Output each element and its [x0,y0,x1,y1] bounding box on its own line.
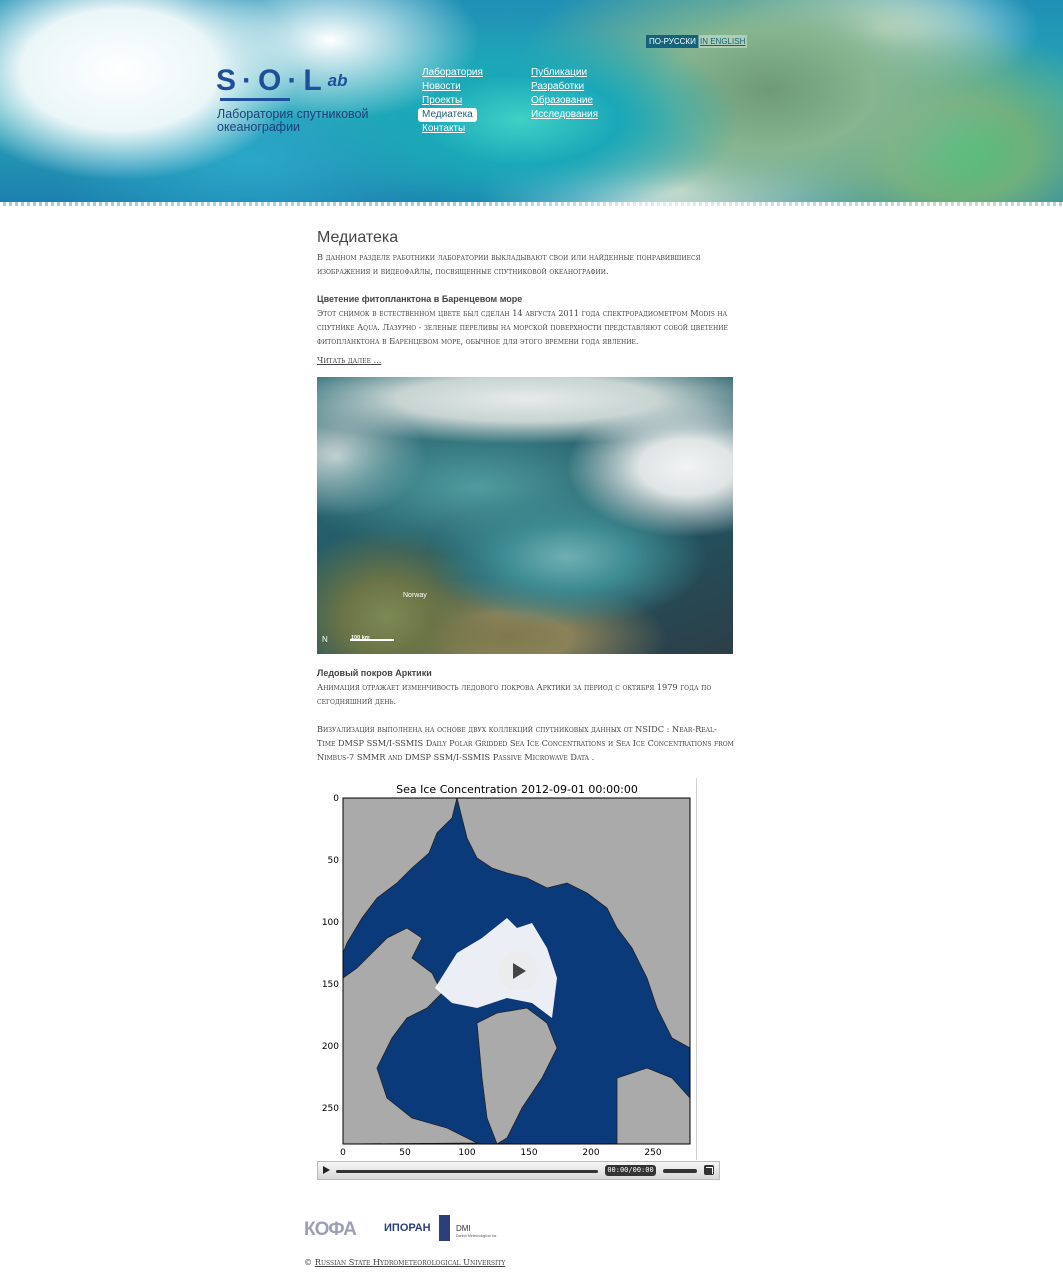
banner-edge [0,202,1063,206]
page-title: Медиатека [317,229,399,246]
y-tick-label: 150 [322,980,339,990]
y-tick-label: 50 [328,856,340,866]
intro-text: В данном разделе работники лаборатории в… [317,252,701,276]
site-logo[interactable]: S·O·Lab [216,66,348,101]
nav-item-research[interactable]: Исследования [531,108,598,122]
x-tick-label: 250 [644,1148,661,1158]
volume-slider[interactable] [663,1169,697,1173]
x-tick-label: 100 [458,1148,475,1158]
fullscreen-icon[interactable] [704,1165,714,1175]
video-controls: 00:00/00:00 [317,1161,720,1180]
x-tick-label: 200 [582,1148,599,1158]
nav-item-laboratory[interactable]: Лаборатория [422,66,483,80]
copyright-symbol: © [304,1257,313,1267]
logo-title: Лаборатория спутниковой океанографии [217,107,369,134]
y-tick-label: 200 [322,1042,339,1052]
dmi-crest-icon [439,1215,450,1241]
article-text-arctic-ice: Анимация отражает изменчивость ледового … [317,682,712,706]
x-tick-label: 0 [340,1148,346,1158]
video-frame: Sea Ice Concentration 2012-09-01 00:00:0… [317,778,697,1160]
nav-item-news[interactable]: Новости [422,80,483,94]
nav-secondary: Публикации Разработки Образование Исслед… [531,66,598,122]
x-axis-ticks: 0 50 100 150 200 250 [340,1148,662,1158]
logo-kofa[interactable]: КОФА [304,1219,357,1241]
x-tick-label: 150 [520,1148,537,1158]
time-display: 00:00/00:00 [605,1165,656,1176]
partner-logos: КОФА ИПОРАН DMI Danish Meteorological In… [304,1212,524,1247]
copyright: © Russian State Hydrometeorological Univ… [304,1257,505,1267]
scale-bar [350,639,394,641]
x-tick-label: 50 [399,1148,411,1158]
logo-ioran[interactable]: ИПОРАН [384,1222,431,1234]
progress-bar[interactable] [336,1170,598,1173]
lang-russian[interactable]: по-русски [646,35,699,48]
nav-item-publications[interactable]: Публикации [531,66,598,80]
nav-item-contacts[interactable]: Контакты [422,122,483,136]
article-title-phytoplankton: Цветение фитопланктона в Баренцевом море [317,294,523,304]
nav-item-development[interactable]: Разработки [531,80,598,94]
satellite-image-barents-sea[interactable]: Norway N 100 km [317,377,733,654]
lang-english-link[interactable]: in english [698,35,748,48]
north-arrow-icon: N [322,635,328,644]
y-axis-ticks: 0 50 100 150 200 250 [322,794,339,1114]
play-icon[interactable] [323,1166,330,1174]
video-divider [696,778,697,1160]
y-tick-label: 100 [322,918,339,928]
main-content: Медиатека В данном разделе работники лаб… [317,228,734,367]
nav-item-media[interactable]: Медиатека [418,108,477,122]
nav-primary: Лаборатория Новости Проекты Медиатека Ко… [418,66,483,136]
nav-item-projects[interactable]: Проекты [422,94,483,108]
logo-underline [220,98,290,101]
nav-item-education[interactable]: Образование [531,94,598,108]
university-link[interactable]: Russian State Hydrometeorological Univer… [315,1257,506,1267]
play-overlay-button[interactable] [498,951,538,991]
logo-dmi-subtitle: Danish Meteorological Ins. [456,1234,498,1238]
article-title-arctic-ice: Ледовый покров Арктики [317,668,432,678]
y-tick-label: 250 [322,1104,339,1114]
y-tick-label: 0 [333,794,339,804]
read-more-link[interactable]: Читать далее ... [317,355,381,365]
article-data-source: Визуализация выполнена на основе двух ко… [317,724,734,762]
logo-dmi[interactable]: DMI [456,1224,471,1233]
logo-mark: S·O·Lab [216,64,348,97]
video-player[interactable]: Sea Ice Concentration 2012-09-01 00:00:0… [317,778,720,1182]
article-text-phytoplankton: Этот снимок в естественном цвете был сде… [317,308,728,346]
map-label-norway: Norway [403,592,427,599]
header-banner: S·O·Lab Лаборатория спутниковой океаногр… [0,0,1063,206]
article-arctic-ice: Ледовый покров Арктики Анимация отражает… [317,666,734,764]
